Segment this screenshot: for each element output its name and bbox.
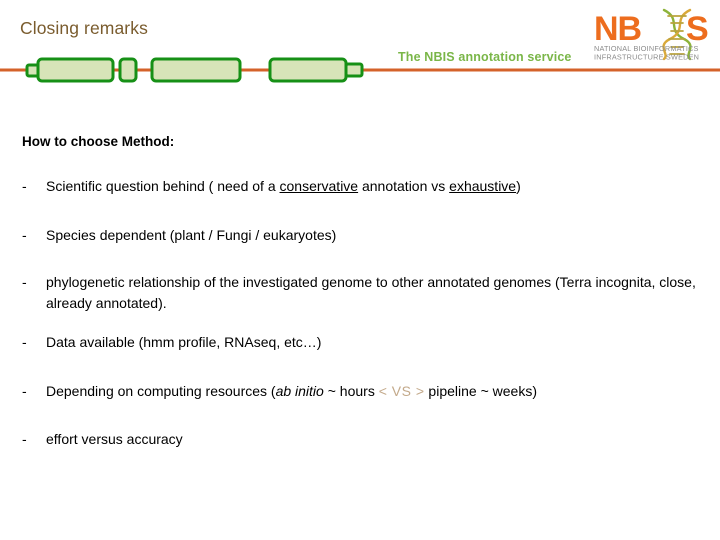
svg-text:NB: NB <box>594 10 642 48</box>
underlined-term-exhaustive: exhaustive <box>449 178 517 194</box>
bullet-effort-versus-accuracy: - effort versus accuracy <box>22 429 696 450</box>
slide-header: Closing remarks The NBIS annotation serv… <box>0 0 720 92</box>
underlined-term-conservative: conservative <box>279 178 359 194</box>
bullet-marker: - <box>22 383 27 399</box>
bullet-text: effort versus accuracy <box>46 431 183 447</box>
bullet-text: phylogenetic relationship of the investi… <box>46 274 696 311</box>
bullet-data-available: - Data available (hmm profile, RNAseq, e… <box>22 332 696 353</box>
nbis-wordmark-letters: NB S <box>594 10 709 48</box>
bullet-text: Scientific question behind ( need of a c… <box>46 178 521 194</box>
exon-box-2 <box>118 57 138 83</box>
bullet-computing-resources: - Depending on computing resources (ab i… <box>22 381 696 402</box>
section-heading: How to choose Method: <box>22 134 175 149</box>
bullet-marker: - <box>22 178 27 194</box>
exon-box-3 <box>150 57 242 83</box>
utr-box-right <box>344 62 364 78</box>
bullet-scientific-question: - Scientific question behind ( need of a… <box>22 176 696 197</box>
page-title: Closing remarks <box>20 18 148 38</box>
exon-box-4 <box>268 57 348 83</box>
bullet-marker: - <box>22 431 27 447</box>
bullet-marker: - <box>22 227 27 243</box>
bullet-marker: - <box>22 274 27 290</box>
bullet-text: Species dependent (plant / Fungi / eukar… <box>46 227 337 243</box>
bullet-text: Data available (hmm profile, RNAseq, etc… <box>46 334 322 350</box>
italic-term-ab-initio: ab initio <box>275 383 324 399</box>
bullet-phylogenetic-relationship: - phylogenetic relationship of the inves… <box>22 272 696 314</box>
bullet-species-dependent: - Species dependent (plant / Fungi / euk… <box>22 225 696 246</box>
bullet-marker: - <box>22 334 27 350</box>
bullet-text: Depending on computing resources (ab ini… <box>46 383 537 399</box>
slide-body: How to choose Method: - Scientific quest… <box>0 92 720 540</box>
versus-accent-label: < VS > <box>378 383 425 399</box>
exon-box-1 <box>36 57 115 83</box>
gene-structure-diagram <box>0 48 720 84</box>
